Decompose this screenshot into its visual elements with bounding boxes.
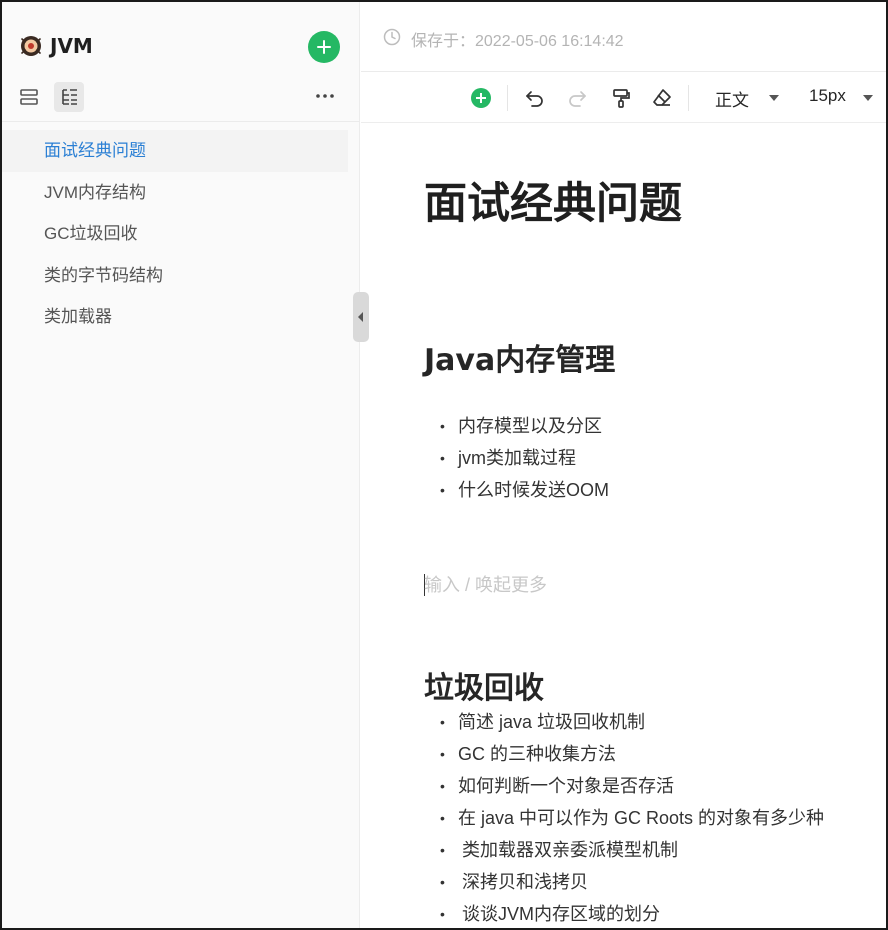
add-document-button[interactable]: [308, 31, 340, 63]
clock-icon: [383, 28, 401, 46]
list-item[interactable]: 简述 java 垃圾回收机制: [440, 706, 824, 738]
save-status-bar: 保存于：2022-05-06 16:14:42: [361, 2, 886, 72]
sidebar: JVM 面试经典问题 JVM内存结构 GC垃圾回收 类的字节码结构 类加载器: [2, 2, 360, 928]
list-item[interactable]: 深拷贝和浅拷贝: [440, 866, 824, 898]
section-heading[interactable]: 垃圾回收: [424, 663, 544, 707]
bullet-list: 简述 java 垃圾回收机制 GC 的三种收集方法 如何判断一个对象是否存活 在…: [440, 706, 824, 928]
toolbar-divider: [507, 85, 508, 111]
app-window: JVM 面试经典问题 JVM内存结构 GC垃圾回收 类的字节码结构 类加载器 保…: [0, 0, 888, 930]
list-item[interactable]: 谈谈JVM内存区域的划分: [440, 898, 824, 928]
font-size-select[interactable]: 15px: [809, 86, 846, 106]
chevron-down-icon[interactable]: [769, 95, 779, 101]
eraser-icon[interactable]: [649, 85, 675, 111]
empty-line-placeholder[interactable]: 输入 / 唤起更多: [424, 571, 547, 597]
sidebar-header: JVM: [2, 2, 360, 122]
collapse-sidebar-handle[interactable]: [353, 292, 369, 342]
section-heading[interactable]: Java内存管理: [424, 335, 615, 379]
tree-view-icon[interactable]: [54, 82, 84, 112]
redo-icon[interactable]: [564, 85, 590, 111]
document-title[interactable]: 面试经典问题: [424, 169, 682, 231]
paragraph-style-select[interactable]: 正文: [715, 86, 749, 111]
format-painter-icon[interactable]: [608, 85, 634, 111]
list-item[interactable]: jvm类加载过程: [440, 442, 609, 474]
toolbar-divider: [688, 85, 689, 111]
bullet-list: 内存模型以及分区 jvm类加载过程 什么时候发送OOM: [440, 410, 609, 506]
list-item[interactable]: 内存模型以及分区: [440, 410, 609, 442]
app-title: JVM: [50, 34, 93, 58]
list-item[interactable]: GC 的三种收集方法: [440, 738, 824, 770]
insert-plus-icon[interactable]: [468, 85, 494, 111]
sidebar-item-classloader[interactable]: 类加载器: [2, 296, 360, 338]
list-item[interactable]: 类加载器双亲委派模型机制: [440, 834, 824, 866]
undo-icon[interactable]: [522, 85, 548, 111]
list-item[interactable]: 在 java 中可以作为 GC Roots 的对象有多少种: [440, 802, 824, 834]
list-item[interactable]: 什么时候发送OOM: [440, 474, 609, 506]
chevron-down-icon[interactable]: [863, 95, 873, 101]
spider-logo-icon: [21, 36, 41, 56]
sidebar-item-gc[interactable]: GC垃圾回收: [2, 213, 360, 255]
save-status-text: 保存于：2022-05-06 16:14:42: [411, 33, 624, 50]
editor-toolbar: 正文 15px: [361, 73, 886, 123]
document-tree: 面试经典问题 JVM内存结构 GC垃圾回收 类的字节码结构 类加载器: [2, 130, 360, 338]
more-options-icon[interactable]: [312, 82, 338, 110]
editor-pane: 保存于：2022-05-06 16:14:42 正文 15px 面试经典问题 J…: [361, 2, 886, 928]
list-item[interactable]: 如何判断一个对象是否存活: [440, 770, 824, 802]
sidebar-item-jvm-memory[interactable]: JVM内存结构: [2, 172, 360, 214]
sidebar-item-bytecode[interactable]: 类的字节码结构: [2, 255, 360, 297]
list-view-icon[interactable]: [14, 82, 44, 112]
sidebar-item-interview-questions[interactable]: 面试经典问题: [2, 130, 348, 172]
